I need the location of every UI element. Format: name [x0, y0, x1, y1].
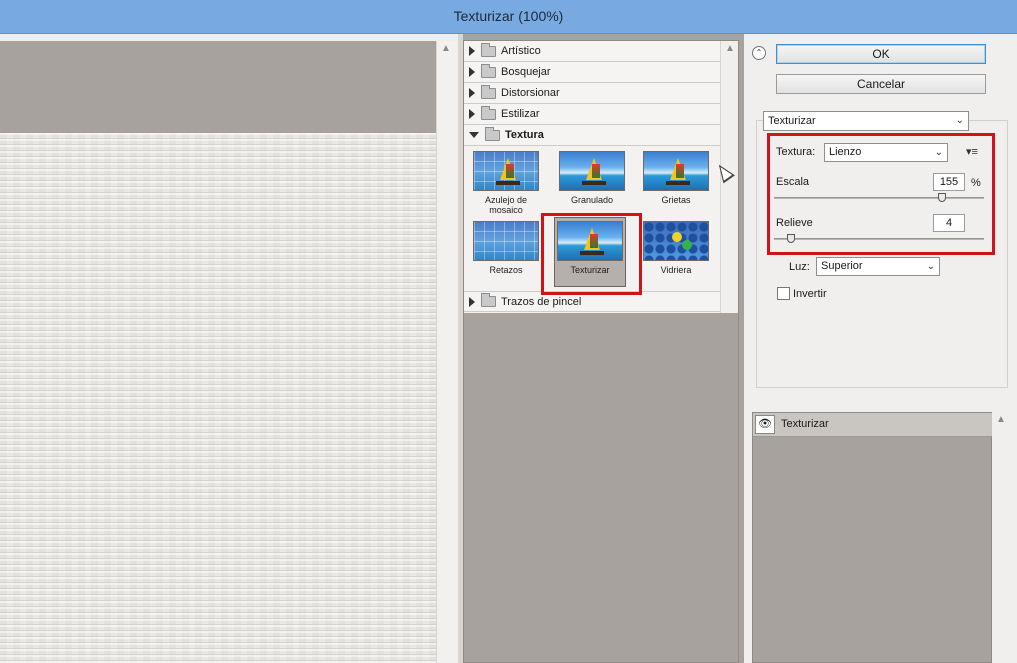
filter-label: Vidriera	[660, 265, 692, 275]
category-artistico[interactable]: Artístico	[464, 41, 720, 62]
expand-icon[interactable]	[469, 109, 475, 119]
thumbnail-image	[559, 151, 625, 191]
filter-thumb-grietas[interactable]: Grietas	[640, 151, 712, 205]
preview-area: ▲	[0, 34, 458, 663]
window-title: Texturizar (100%)	[453, 8, 564, 24]
preview-scrollbar[interactable]: ▲	[436, 41, 458, 663]
filter-label: Grietas	[661, 195, 691, 205]
filter-thumb-vidriera[interactable]: Vidriera	[640, 221, 712, 275]
collapse-icon[interactable]	[469, 132, 479, 138]
eye-icon[interactable]: 👁	[755, 415, 775, 434]
filter-thumb-granulado[interactable]: Granulado	[556, 151, 628, 205]
double-chevron-up-icon[interactable]: ⌃	[752, 46, 766, 60]
filter-label: Retazos	[489, 265, 523, 275]
luz-select[interactable]: Superior ⌄	[816, 257, 940, 276]
thumbnail-image	[473, 151, 539, 191]
effect-layers-panel: 👁 Texturizar	[752, 412, 993, 663]
preview-background	[0, 41, 436, 133]
category-label: Bosquejar	[501, 66, 551, 78]
folder-icon	[485, 126, 500, 141]
chevron-down-icon: ⌄	[955, 115, 964, 126]
folder-icon	[481, 105, 496, 120]
thumbnail-image	[473, 221, 539, 261]
filter-select[interactable]: Texturizar ⌄	[763, 111, 969, 131]
folder-icon	[481, 63, 496, 78]
thumbnail-image	[643, 151, 709, 191]
scroll-up-icon[interactable]: ▲	[725, 43, 735, 54]
category-distorsionar[interactable]: Distorsionar	[464, 83, 720, 104]
category-label: Artístico	[501, 45, 541, 57]
filter-select-value: Texturizar	[768, 115, 816, 127]
category-bosquejar[interactable]: Bosquejar	[464, 62, 720, 83]
category-estilizar[interactable]: Estilizar	[464, 104, 720, 125]
folder-icon	[481, 293, 496, 307]
expand-icon[interactable]	[469, 296, 475, 307]
preview-canvas[interactable]	[0, 133, 436, 663]
highlight-selected-filter	[541, 213, 642, 295]
effect-layer-row[interactable]: 👁 Texturizar	[753, 413, 993, 437]
folder-icon	[481, 42, 496, 57]
luz-value: Superior	[821, 260, 863, 272]
category-label: Textura	[505, 129, 544, 141]
thumbnail-image	[643, 221, 709, 261]
settings-panel: ⌃ OK Cancelar Texturizar ⌄ Textura: Lien…	[744, 34, 1017, 663]
category-textura[interactable]: Textura	[464, 125, 720, 146]
expand-icon[interactable]	[469, 67, 475, 77]
folder-icon	[481, 84, 496, 99]
invertir-checkbox[interactable]	[777, 287, 790, 300]
category-label: Estilizar	[501, 108, 540, 120]
invertir-label: Invertir	[793, 288, 827, 300]
layers-scrollbar[interactable]: ▲	[992, 412, 1010, 663]
category-label: Trazos de pincel	[501, 295, 582, 308]
expand-icon[interactable]	[469, 88, 475, 98]
expand-icon[interactable]	[469, 46, 475, 56]
luz-label: Luz:	[789, 261, 810, 273]
category-label: Distorsionar	[501, 87, 560, 99]
filter-label: Azulejo de mosaico	[484, 195, 528, 215]
window-titlebar: Texturizar (100%)	[0, 0, 1017, 34]
ok-button[interactable]: OK	[776, 44, 986, 64]
filter-label: Granulado	[570, 195, 614, 205]
effect-layer-label: Texturizar	[781, 418, 829, 430]
highlight-texture-settings	[767, 133, 995, 255]
chevron-down-icon: ⌄	[926, 261, 935, 272]
filter-thumb-azulejo[interactable]: Azulejo de mosaico	[470, 151, 542, 215]
cancel-button[interactable]: Cancelar	[776, 74, 986, 94]
filter-gallery: Artístico Bosquejar Distorsionar Estiliz…	[463, 40, 739, 663]
scroll-up-icon[interactable]: ▲	[441, 43, 451, 54]
scroll-up-icon[interactable]: ▲	[996, 414, 1006, 425]
filter-thumb-retazos[interactable]: Retazos	[470, 221, 542, 275]
